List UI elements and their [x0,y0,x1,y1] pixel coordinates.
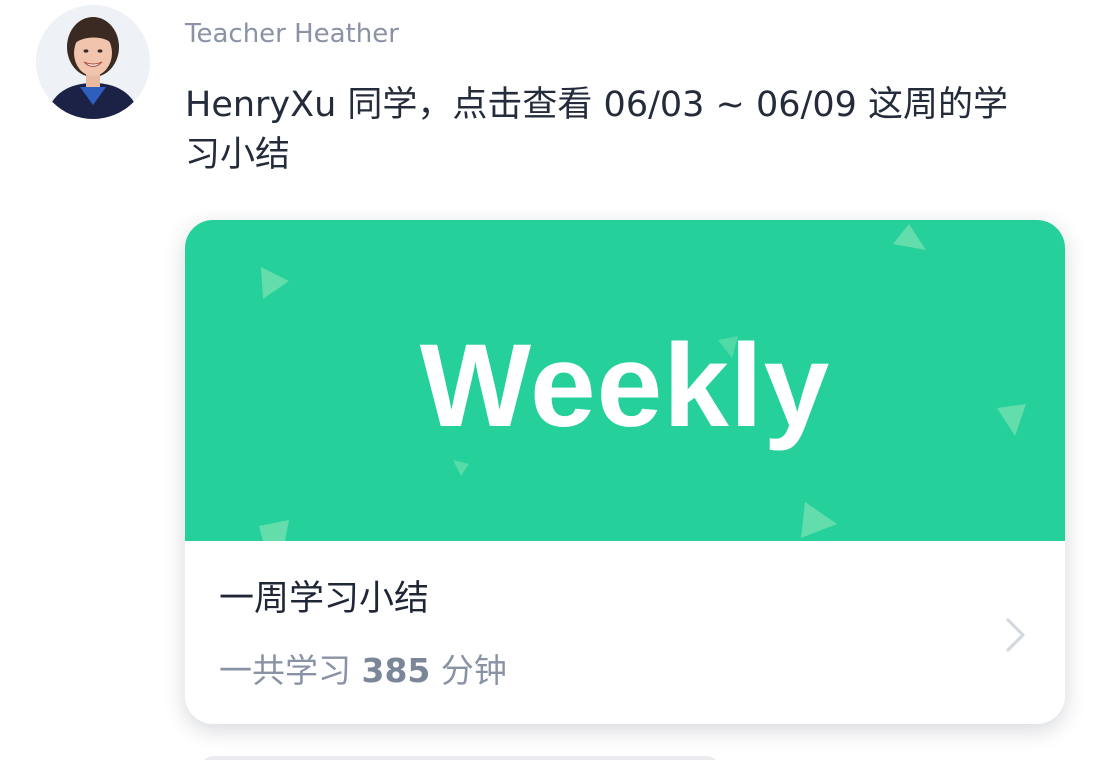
teacher-avatar[interactable] [36,5,150,119]
subtitle-suffix: 分钟 [440,651,507,690]
subtitle-prefix: 一共学习 [219,651,351,690]
study-minutes: 385 [361,651,431,690]
next-message-bubble [200,756,720,760]
chat-screen: Teacher Heather HenryXu 同学，点击查看 06/03 ~ … [0,0,1100,760]
weekly-banner: Weekly [185,220,1065,541]
sender-name: Teacher Heather [185,19,399,49]
message-text: HenryXu 同学，点击查看 06/03 ~ 06/09 这周的学 习小结 [185,85,1008,175]
card-subtitle: 一共学习 385 分钟 [219,644,507,692]
card-title: 一周学习小结 [219,579,430,619]
chevron-right-icon [1006,618,1025,652]
banner-title: Weekly [419,320,831,452]
avatar-illustration [36,5,150,119]
weekly-summary-card[interactable]: Weekly 一周学习小结 一共学习 385 分钟 [185,220,1065,724]
